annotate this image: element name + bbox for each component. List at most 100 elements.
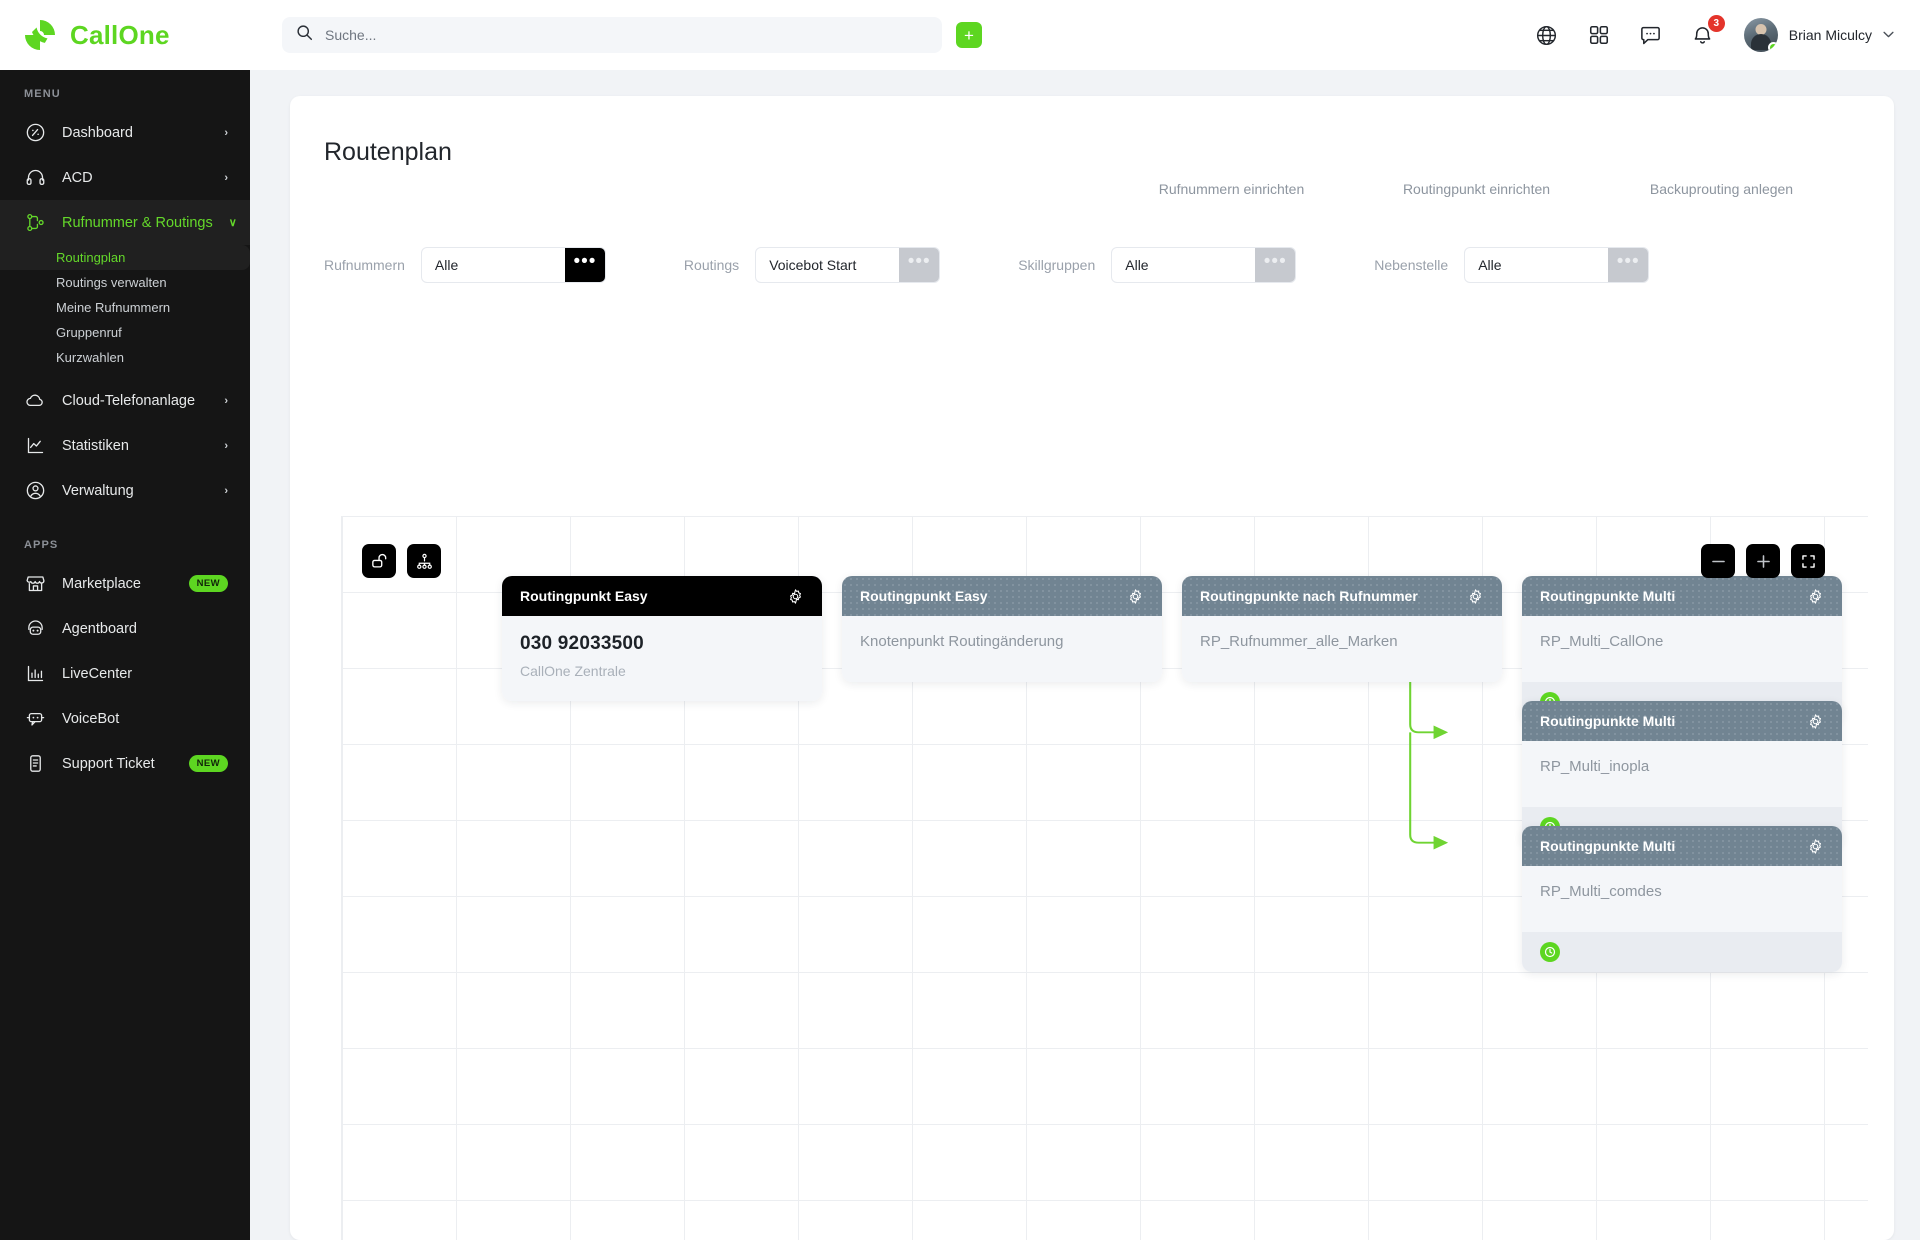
sidebar-menu-label: MENU	[0, 88, 250, 110]
node-header-label: Routingpunkte Multi	[1540, 588, 1675, 604]
more-options-icon[interactable]: •••	[565, 248, 605, 282]
sidebar-item-marketplace[interactable]: Marketplace NEW	[0, 561, 250, 606]
select-value: Alle	[1465, 248, 1608, 282]
gear-icon[interactable]	[1807, 838, 1824, 855]
skillgruppen-select[interactable]: Alle •••	[1111, 247, 1296, 283]
sidebar-subitem-kurzwahlen[interactable]: Kurzwahlen	[0, 345, 250, 370]
search-area: +	[282, 17, 982, 53]
node-line: RP_Multi_inopla	[1540, 758, 1824, 775]
sidebar-subitem-meine-rufnummern[interactable]: Meine Rufnummern	[0, 295, 250, 320]
sidebar-item-label: VoiceBot	[62, 711, 228, 727]
node-header: Routingpunkte nach Rufnummer	[1182, 576, 1502, 616]
sidebar-item-statistiken[interactable]: Statistiken ›	[0, 423, 250, 468]
sidebar-item-label: LiveCenter	[62, 666, 228, 682]
filter-rufnummern: Rufnummern Alle •••	[324, 247, 606, 283]
node-routingpunkt-easy-030[interactable]: Routingpunkt Easy 030 92033500 CallOne Z…	[502, 576, 822, 701]
sidebar-subitem-routings-verwalten[interactable]: Routings verwalten	[0, 270, 250, 295]
zoom-out-icon[interactable]	[1701, 544, 1735, 578]
store-icon	[24, 573, 46, 595]
avatar	[1744, 18, 1778, 52]
unlock-icon[interactable]	[362, 544, 396, 578]
canvas-tools-left	[362, 544, 441, 578]
rufnummern-select[interactable]: Alle •••	[421, 247, 606, 283]
filter-nebenstelle: Nebenstelle Alle •••	[1374, 247, 1649, 283]
top-right-actions: 3 Brian Miculcy	[1534, 18, 1920, 52]
main-content: Routenplan Rufnummern einrichten Routing…	[250, 70, 1920, 1240]
gear-icon[interactable]	[1807, 588, 1824, 605]
globe-icon[interactable]	[1534, 22, 1560, 48]
node-body: RP_Multi_CallOne	[1522, 616, 1842, 682]
node-header-label: Routingpunkte Multi	[1540, 838, 1675, 854]
gear-icon[interactable]	[1807, 713, 1824, 730]
user-name: Brian Miculcy	[1789, 27, 1872, 43]
link-rufnummern-einrichten[interactable]: Rufnummern einrichten	[1109, 181, 1354, 197]
sidebar-item-support-ticket[interactable]: Support Ticket NEW	[0, 741, 250, 786]
node-body: RP_Multi_inopla	[1522, 741, 1842, 807]
more-options-icon[interactable]: •••	[1608, 248, 1648, 282]
link-routingpunkt-einrichten[interactable]: Routingpunkt einrichten	[1354, 181, 1599, 197]
sidebar-item-voicebot[interactable]: VoiceBot	[0, 696, 250, 741]
nebenstelle-select[interactable]: Alle •••	[1464, 247, 1649, 283]
sidebar-subitem-routingplan[interactable]: Routingplan	[0, 245, 250, 270]
apps-grid-icon[interactable]	[1586, 22, 1612, 48]
sidebar-subitem-gruppenruf[interactable]: Gruppenruf	[0, 320, 250, 345]
page-title: Routenplan	[290, 96, 1894, 167]
filter-skillgruppen: Skillgruppen Alle •••	[1018, 247, 1296, 283]
sidebar-item-label: Statistiken	[62, 438, 208, 454]
routing-canvas[interactable]: Routingpunkt Easy 030 92033500 CallOne Z…	[341, 516, 1868, 1240]
sidebar-item-acd[interactable]: ACD ›	[0, 155, 250, 200]
headset-icon	[24, 167, 46, 189]
sidebar-item-rufnummer-routings[interactable]: Rufnummer & Routings ∨	[0, 200, 250, 245]
link-backuprouting-anlegen[interactable]: Backuprouting anlegen	[1599, 181, 1844, 197]
sidebar-item-livecenter[interactable]: LiveCenter	[0, 651, 250, 696]
sidebar-item-cloud-telefonanlage[interactable]: Cloud-Telefonanlage ›	[0, 378, 250, 423]
sidebar-item-label: Verwaltung	[62, 483, 208, 499]
node-routingpunkt-easy-knotenpunkt[interactable]: Routingpunkt Easy Knotenpunkt Routingänd…	[842, 576, 1162, 682]
fullscreen-icon[interactable]	[1791, 544, 1825, 578]
canvas-tools-right	[1701, 544, 1825, 578]
chevron-down-icon	[1883, 30, 1894, 41]
node-routingpunkte-multi-comdes[interactable]: Routingpunkte Multi RP_Multi_comdes	[1522, 826, 1842, 972]
sidebar-item-dashboard[interactable]: Dashboard ›	[0, 110, 250, 155]
sidebar-item-label: ACD	[62, 170, 208, 186]
sidebar-item-label: Marketplace	[62, 576, 173, 592]
node-body: Knotenpunkt Routingänderung	[842, 616, 1162, 682]
sidebar-item-label: Support Ticket	[62, 756, 173, 772]
hierarchy-icon[interactable]	[407, 544, 441, 578]
filter-routings: Routings Voicebot Start •••	[684, 247, 940, 283]
filter-bar: Rufnummern Alle ••• Routings Voicebot St…	[290, 197, 1894, 283]
chevron-right-icon: ›	[224, 395, 228, 407]
node-routingpunkte-nach-rufnummer[interactable]: Routingpunkte nach Rufnummer RP_Rufnumme…	[1182, 576, 1502, 682]
user-menu[interactable]: Brian Miculcy	[1744, 18, 1894, 52]
node-header: Routingpunkt Easy	[502, 576, 822, 616]
robot-icon	[24, 708, 46, 730]
select-value: Alle	[422, 248, 565, 282]
search-box[interactable]	[282, 17, 942, 53]
gear-icon[interactable]	[1467, 588, 1484, 605]
routings-select[interactable]: Voicebot Start •••	[755, 247, 940, 283]
gear-icon[interactable]	[787, 588, 804, 605]
chevron-right-icon: ›	[224, 485, 228, 497]
node-footer	[1522, 932, 1842, 972]
notifications-bell-icon[interactable]: 3	[1690, 22, 1716, 48]
node-line: Knotenpunkt Routingänderung	[860, 633, 1144, 650]
sidebar-item-agentboard[interactable]: Agentboard	[0, 606, 250, 651]
sidebar-item-verwaltung[interactable]: Verwaltung ›	[0, 468, 250, 513]
brand[interactable]: CallOne	[0, 17, 250, 53]
sidebar-apps-label: APPS	[0, 539, 250, 561]
ticket-icon	[24, 753, 46, 775]
more-options-icon[interactable]: •••	[899, 248, 939, 282]
search-input[interactable]	[325, 27, 928, 43]
more-options-icon[interactable]: •••	[1255, 248, 1295, 282]
chat-icon[interactable]	[1638, 22, 1664, 48]
filter-label: Rufnummern	[324, 257, 405, 273]
gear-icon[interactable]	[1127, 588, 1144, 605]
add-button[interactable]: +	[956, 22, 982, 48]
zoom-in-icon[interactable]	[1746, 544, 1780, 578]
node-body: RP_Multi_comdes	[1522, 866, 1842, 932]
dashboard-icon	[24, 122, 46, 144]
user-circle-icon	[24, 480, 46, 502]
node-line: RP_Multi_CallOne	[1540, 633, 1824, 650]
chevron-right-icon: ›	[224, 440, 228, 452]
chart-line-icon	[24, 435, 46, 457]
